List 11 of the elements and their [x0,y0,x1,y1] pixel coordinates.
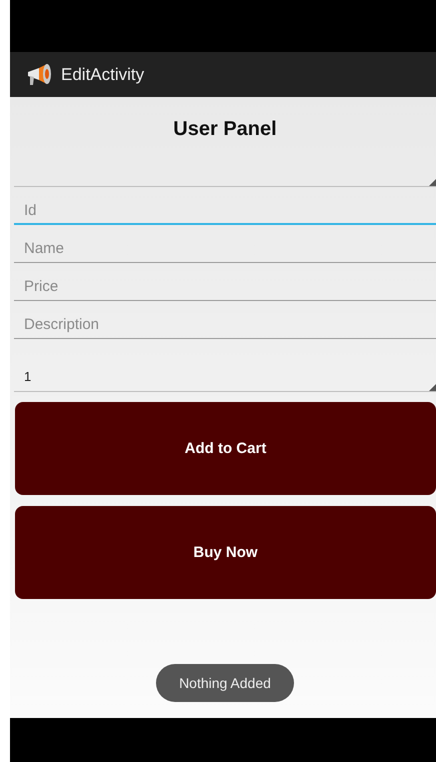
input-field[interactable]: Name [14,231,436,263]
input-field[interactable]: Id [14,193,436,225]
input-field[interactable]: Price [14,269,436,301]
action-button[interactable]: Buy Now [15,506,436,599]
megaphone-icon [25,62,53,86]
input-field[interactable]: Description [14,307,436,339]
panel-heading: User Panel [172,118,278,142]
action-button[interactable]: Add to Cart [15,402,436,495]
app-title: EditActivity [61,64,144,84]
toast-message: Nothing Added [156,664,294,702]
quantity-spinner[interactable]: 1 [14,361,436,392]
